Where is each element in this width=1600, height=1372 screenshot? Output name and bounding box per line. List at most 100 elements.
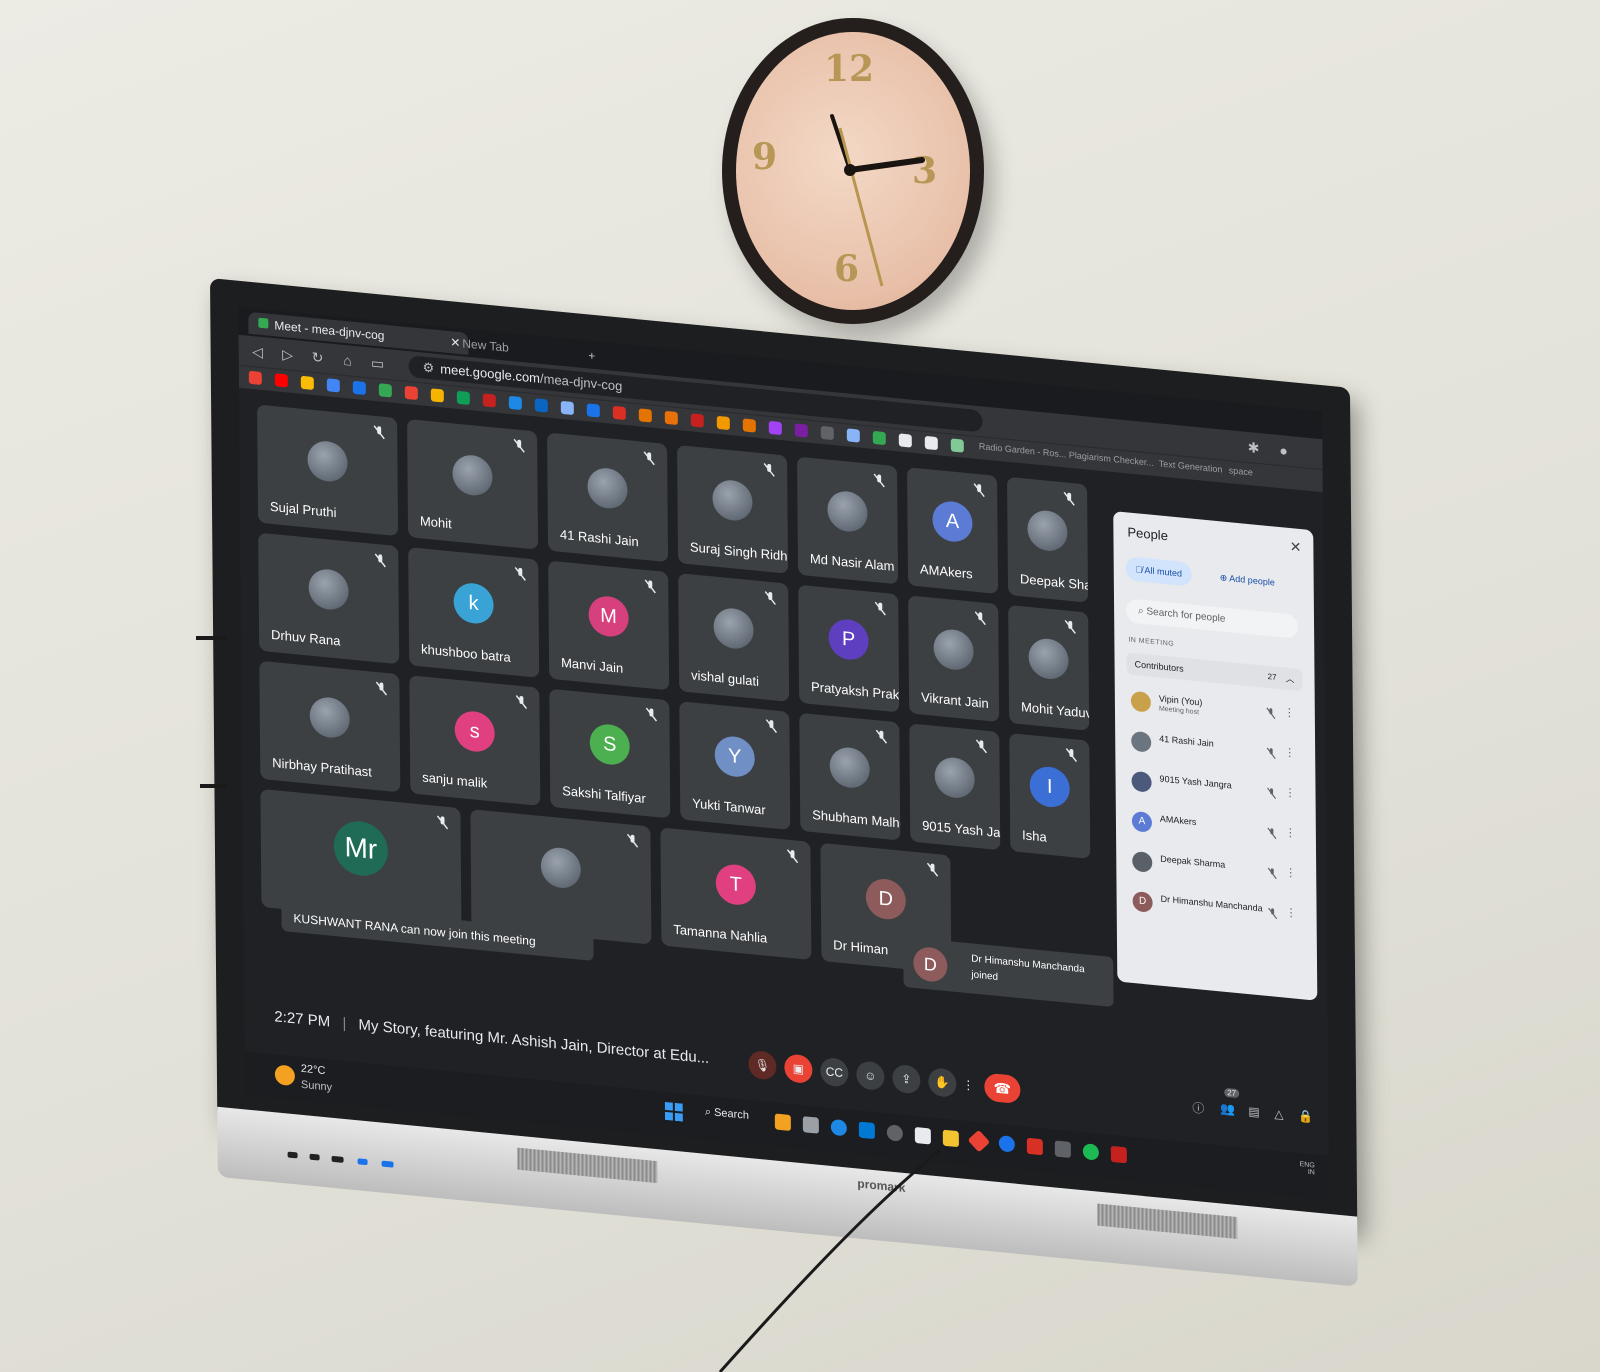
bookmark-text-generation[interactable]: Text Generation [1159, 458, 1223, 474]
calendar-icon[interactable] [1054, 1140, 1071, 1159]
participant-tile[interactable]: Vikrant Jain [908, 595, 1000, 723]
photos-bookmark-icon[interactable] [300, 375, 314, 391]
participant-tile[interactable]: Mohit [407, 418, 539, 550]
file-explorer-icon[interactable] [942, 1129, 959, 1148]
store-icon[interactable] [914, 1126, 931, 1145]
emoji-button[interactable]: ☺ [856, 1060, 885, 1092]
new-tab-plus-icon[interactable]: + [578, 343, 618, 369]
back-icon[interactable]: ◁ [249, 342, 267, 362]
people-search-input[interactable]: ⌕ Search for people [1125, 598, 1299, 639]
w-bookmark-icon[interactable] [898, 433, 912, 448]
orange-bookmark-icon[interactable] [716, 415, 730, 431]
more-vert-icon[interactable]: ⋮ [1284, 706, 1295, 720]
add-people-button[interactable]: ⊕ Add people [1210, 564, 1285, 595]
participant-tile[interactable]: Mohit Yaduvanshi [1008, 604, 1090, 731]
a-bookmark-icon[interactable] [924, 435, 938, 451]
participant-tile[interactable]: M Manvi Jain [548, 560, 670, 691]
mic-off-icon[interactable] [1266, 866, 1278, 880]
all-muted-button[interactable]: 🎙̸ All muted [1125, 556, 1193, 587]
task-view-icon[interactable] [802, 1116, 819, 1134]
participant-tile[interactable]: Md Nasir Alam [797, 456, 899, 585]
participant-tile[interactable]: T Tamanna Nahlia [660, 827, 812, 960]
red-app-icon[interactable] [967, 1129, 991, 1153]
help-icon[interactable] [998, 1135, 1015, 1153]
participant-tile[interactable]: A AMAkers [907, 467, 999, 594]
captions-button[interactable]: CC [820, 1056, 849, 1088]
extension-icon[interactable]: ✱ [1244, 438, 1262, 458]
mic-off-icon[interactable] [1267, 906, 1279, 920]
participant-tile[interactable]: Suraj Singh Ridhal [677, 445, 789, 574]
more-vert-icon[interactable]: ⋮ [1286, 906, 1297, 920]
widgets-icon[interactable] [774, 1113, 791, 1132]
taskbar-search[interactable]: ⌕ Search [705, 1106, 749, 1123]
weather-description[interactable]: Sunny [301, 1079, 332, 1094]
participant-tile[interactable]: Shubham Malho... [799, 712, 901, 841]
mic-off-icon[interactable] [1266, 786, 1278, 800]
more-vert-icon[interactable]: ⋮ [1284, 786, 1295, 800]
e-app-icon[interactable] [1110, 1145, 1127, 1164]
more-vert-icon[interactable]: ⋮ [1284, 746, 1295, 760]
moon-bookmark-icon[interactable] [560, 400, 574, 416]
mic-off-button[interactable]: 🎙 [748, 1049, 777, 1081]
raise-hand-button[interactable]: ✋ [928, 1067, 957, 1098]
b-bookmark-icon[interactable] [638, 408, 652, 423]
close-icon[interactable]: ✕ [1290, 538, 1302, 556]
s-bookmark-icon[interactable] [586, 403, 600, 418]
windows-start-icon[interactable] [664, 1101, 683, 1122]
mic-off-icon[interactable] [1266, 826, 1278, 840]
meet-bookmark-icon[interactable] [378, 383, 392, 398]
settings-icon[interactable] [886, 1124, 903, 1142]
vivaldi-icon[interactable] [1026, 1137, 1043, 1156]
chat-icon[interactable]: ▤ [1248, 1104, 1259, 1119]
globe-bookmark-icon[interactable] [820, 425, 834, 441]
fire-bookmark-icon[interactable] [664, 410, 678, 426]
gmail-bookmark-icon[interactable] [248, 370, 262, 386]
contributors-group[interactable]: Contributors 27 ︿ [1126, 652, 1303, 692]
drive-bookmark-icon[interactable] [456, 390, 470, 406]
u-bookmark-icon[interactable] [794, 423, 808, 438]
more-vert-icon[interactable]: ⋮ [1285, 826, 1296, 840]
bookmark-radio-garden[interactable]: Radio Garden - Ros... [979, 441, 1067, 459]
participant-tile[interactable]: Sujal Pruthi [257, 404, 399, 537]
acrobat-bookmark-icon[interactable] [482, 393, 496, 408]
outlook-icon[interactable] [858, 1121, 875, 1140]
home-icon[interactable]: ⌂ [339, 350, 357, 370]
youtube-bookmark-icon[interactable] [274, 373, 288, 388]
edge-bookmark-icon[interactable] [508, 395, 522, 411]
bookmark-space[interactable]: space [1229, 465, 1253, 477]
participant-tile[interactable]: I Isha [1009, 733, 1091, 859]
spotify-icon[interactable] [1082, 1143, 1099, 1161]
participant-tile[interactable]: 9015 Yash Jangra [909, 723, 1001, 851]
docs-bookmark-icon[interactable] [326, 378, 340, 393]
participant-tile[interactable]: Drhuv Rana [258, 532, 400, 665]
participant-tile[interactable]: P Pratyaksh Prakh... [798, 584, 900, 713]
participant-tile[interactable]: 41 Rashi Jain [547, 432, 669, 563]
participant-tile[interactable]: S Sakshi Talfiyar [549, 688, 671, 819]
more-options-icon[interactable]: ⋮ [954, 1070, 982, 1101]
bookmark-plagiarism-checker[interactable]: Plagiarism Checker... [1069, 450, 1154, 468]
participant-tile[interactable]: vishal gulati [678, 573, 790, 702]
end-call-button[interactable]: ☎ [984, 1072, 1021, 1105]
edge-icon[interactable] [830, 1118, 847, 1137]
participant-tile[interactable]: k khushboo batra [408, 547, 540, 678]
host-controls-icon[interactable]: 🔒 [1298, 1109, 1313, 1124]
present-button[interactable]: ⇪ [892, 1063, 921, 1095]
system-tray[interactable]: ENG IN [1300, 1161, 1315, 1176]
profile-icon[interactable]: ● [1274, 441, 1292, 461]
link-bookmark-icon[interactable] [846, 428, 860, 443]
linkedin-bookmark-icon[interactable] [534, 398, 548, 413]
camera-off-button[interactable]: ▣ [784, 1053, 813, 1085]
translate-bookmark-icon[interactable] [352, 380, 366, 396]
participant-tile[interactable]: Y Yukti Tanwar [679, 701, 791, 830]
forward-icon[interactable]: ▷ [279, 345, 297, 365]
red-bookmark-icon[interactable] [690, 413, 704, 428]
participant-tile[interactable]: Deepak Sharma [1007, 476, 1089, 603]
gift-bookmark-icon[interactable] [742, 418, 756, 433]
purple-bookmark-icon[interactable] [768, 420, 782, 436]
m-bookmark-icon[interactable] [612, 405, 626, 421]
people-icon[interactable]: 👥 [1220, 1101, 1235, 1116]
g-bookmark-icon[interactable] [872, 430, 886, 446]
participant-tile[interactable]: Nirbhay Pratihast [259, 660, 401, 793]
mic-off-icon[interactable] [1265, 746, 1277, 760]
maps-bookmark-icon[interactable] [404, 385, 418, 401]
